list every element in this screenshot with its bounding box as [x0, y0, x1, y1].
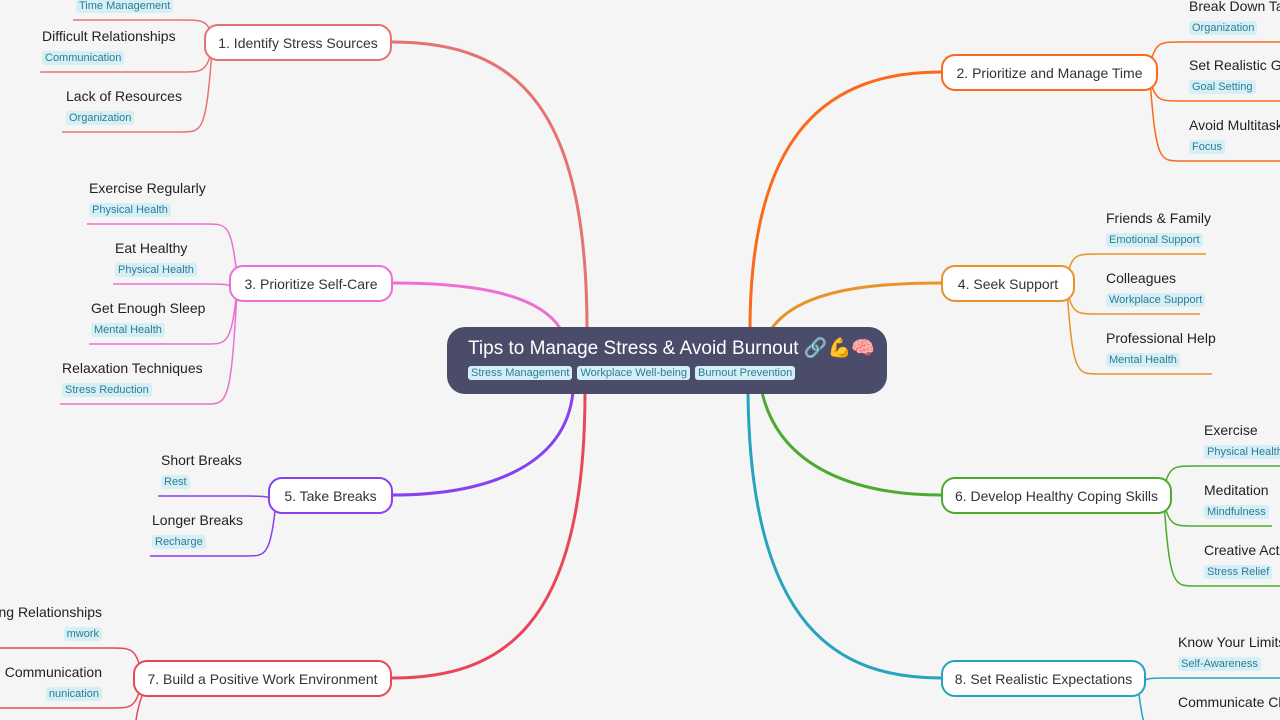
branch-node-1[interactable]: 1. Identify Stress Sources — [204, 24, 392, 61]
leaf-text: Short Breaks — [161, 452, 242, 468]
leaf-tag: Physical Health — [115, 263, 197, 277]
leaf-node[interactable]: Colleagues Workplace Support — [1106, 270, 1206, 308]
branch-node-5[interactable]: 5. Take Breaks — [268, 477, 393, 514]
branch-label: 3. Prioritize Self-Care — [244, 275, 378, 292]
leaf-text: Lack of Resources — [66, 88, 182, 104]
branch-label: 1. Identify Stress Sources — [218, 34, 378, 51]
leaf-node[interactable]: Break Down Tas Organization — [1189, 0, 1280, 36]
leaf-node[interactable]: ong Relationships mwork — [0, 604, 102, 642]
leaf-text: Friends & Family — [1106, 210, 1212, 226]
leaf-tag: Organization — [1189, 21, 1258, 35]
leaf-tag: Rest — [161, 475, 190, 489]
branch-connector — [770, 281, 942, 329]
leaf-node[interactable]: Exercise Physical Health — [1204, 422, 1280, 460]
link-icon[interactable]: 🔗 — [804, 338, 828, 359]
leaf-text: Creative Activ — [1204, 542, 1280, 558]
leaf-connector — [113, 283, 238, 292]
leaf-tag: Time Management — [76, 0, 174, 13]
branch-node-2[interactable]: 2. Prioritize and Manage Time — [941, 54, 1158, 91]
leaf-tag: Stress Reduction — [62, 383, 152, 397]
branch-label: 5. Take Breaks — [284, 487, 377, 504]
leaf-text: Know Your Limits — [1178, 634, 1280, 650]
leaf-text: Eat Healthy — [115, 240, 188, 256]
leaf-node[interactable]: Eat Healthy Physical Health — [115, 240, 197, 278]
emoji-icons: 💪🧠 — [827, 338, 875, 359]
leaf-tag: Organization — [66, 111, 135, 125]
branch-connector — [760, 391, 942, 497]
leaf-node[interactable]: Meditation Mindfulness — [1204, 482, 1269, 520]
branch-label: 4. Seek Support — [957, 275, 1059, 292]
leaf-tag: Workplace Support — [1106, 293, 1206, 307]
leaf-text: Longer Breaks — [152, 512, 244, 528]
leaf-connector — [158, 495, 277, 504]
leaf-node[interactable]: Friends & Family Emotional Support — [1106, 210, 1211, 248]
leaf-tag: Goal Setting — [1189, 80, 1256, 94]
leaf-tag: Focus — [1189, 140, 1225, 154]
leaf-text: Avoid Multitask — [1189, 117, 1280, 133]
branch-node-4[interactable]: 4. Seek Support — [941, 265, 1075, 302]
leaf-tag: Mindfulness — [1204, 505, 1269, 519]
branch-label: 8. Set Realistic Expectations — [954, 670, 1133, 687]
leaf-tag: nunication — [45, 687, 102, 701]
leaf-tag: Recharge — [152, 535, 206, 549]
leaf-node[interactable]: Set Realistic Go Goal Setting — [1189, 57, 1280, 95]
leaf-node[interactable]: Short Breaks Rest — [161, 452, 242, 490]
leaf-connector — [135, 695, 143, 720]
branch-label: 7. Build a Positive Work Environment — [147, 670, 378, 687]
leaf-text: Break Down Tas — [1189, 0, 1280, 14]
leaf-node[interactable]: Creative Activ Stress Relief — [1204, 542, 1280, 580]
leaf-tag: Self-Awareness — [1178, 657, 1261, 671]
leaf-tag: Stress Relief — [1204, 565, 1273, 579]
leaf-text: Communicate Cle — [1178, 694, 1280, 710]
leaf-text: Exercise — [1204, 422, 1258, 438]
branch-connector — [391, 391, 587, 680]
leaf-text: Set Realistic Go — [1189, 57, 1280, 73]
leaf-tag: Mental Health — [1106, 353, 1180, 367]
leaf-text: n Communication — [0, 664, 102, 680]
branch-node-3[interactable]: 3. Prioritize Self-Care — [229, 265, 393, 302]
leaf-node[interactable]: Get Enough Sleep Mental Health — [91, 300, 205, 338]
branch-connector — [746, 391, 942, 680]
branch-connector — [391, 40, 589, 331]
leaf-tag: mwork — [63, 627, 102, 641]
leaf-tag: Emotional Support — [1106, 233, 1203, 247]
leaf-text: ong Relationships — [0, 604, 102, 620]
leaf-node[interactable]: Relaxation Techniques Stress Reduction — [62, 360, 203, 398]
leaf-node[interactable]: Time Management — [76, 0, 174, 14]
leaf-text: Difficult Relationships — [42, 28, 176, 44]
leaf-node[interactable]: Communicate Cle — [1178, 694, 1280, 714]
leaf-text: Relaxation Techniques — [62, 360, 203, 376]
leaf-node[interactable]: Difficult Relationships Communication — [42, 28, 176, 66]
root-node[interactable]: Tips to Manage Stress & Avoid Burnout 🔗💪… — [447, 327, 887, 394]
branch-label: 2. Prioritize and Manage Time — [956, 64, 1143, 81]
leaf-text: Exercise Regularly — [89, 180, 206, 196]
leaf-tag: Communication — [42, 51, 125, 65]
leaf-connector — [1137, 677, 1280, 687]
branch-node-8[interactable]: 8. Set Realistic Expectations — [941, 660, 1146, 697]
root-tag: Workplace Well-being — [577, 366, 691, 380]
branch-connector — [392, 281, 562, 329]
branch-label: 6. Develop Healthy Coping Skills — [954, 487, 1159, 504]
leaf-text: Meditation — [1204, 482, 1269, 498]
leaf-text: Colleagues — [1106, 270, 1177, 286]
leaf-text: Get Enough Sleep — [91, 300, 206, 316]
branch-node-6[interactable]: 6. Develop Healthy Coping Skills — [941, 477, 1172, 514]
root-title: Tips to Manage Stress & Avoid Burnout — [468, 338, 799, 359]
root-tag: Stress Management — [468, 366, 573, 380]
leaf-node[interactable]: Lack of Resources Organization — [66, 88, 182, 126]
leaf-tag: Physical Health — [1204, 445, 1280, 459]
leaf-node[interactable]: Longer Breaks Recharge — [152, 512, 243, 550]
leaf-text: Professional Help — [1106, 330, 1216, 346]
leaf-node[interactable]: Avoid Multitask Focus — [1189, 117, 1280, 155]
leaf-node[interactable]: Exercise Regularly Physical Health — [89, 180, 206, 218]
leaf-tag: Mental Health — [91, 323, 165, 337]
branch-connector — [392, 391, 575, 497]
leaf-node[interactable]: Know Your Limits Self-Awareness — [1178, 634, 1280, 672]
leaf-node[interactable]: n Communication nunication — [0, 664, 102, 702]
root-tag: Burnout Prevention — [695, 366, 796, 380]
leaf-node[interactable]: Professional Help Mental Health — [1106, 330, 1216, 368]
leaf-tag: Physical Health — [89, 203, 171, 217]
branch-node-7[interactable]: 7. Build a Positive Work Environment — [133, 660, 392, 697]
